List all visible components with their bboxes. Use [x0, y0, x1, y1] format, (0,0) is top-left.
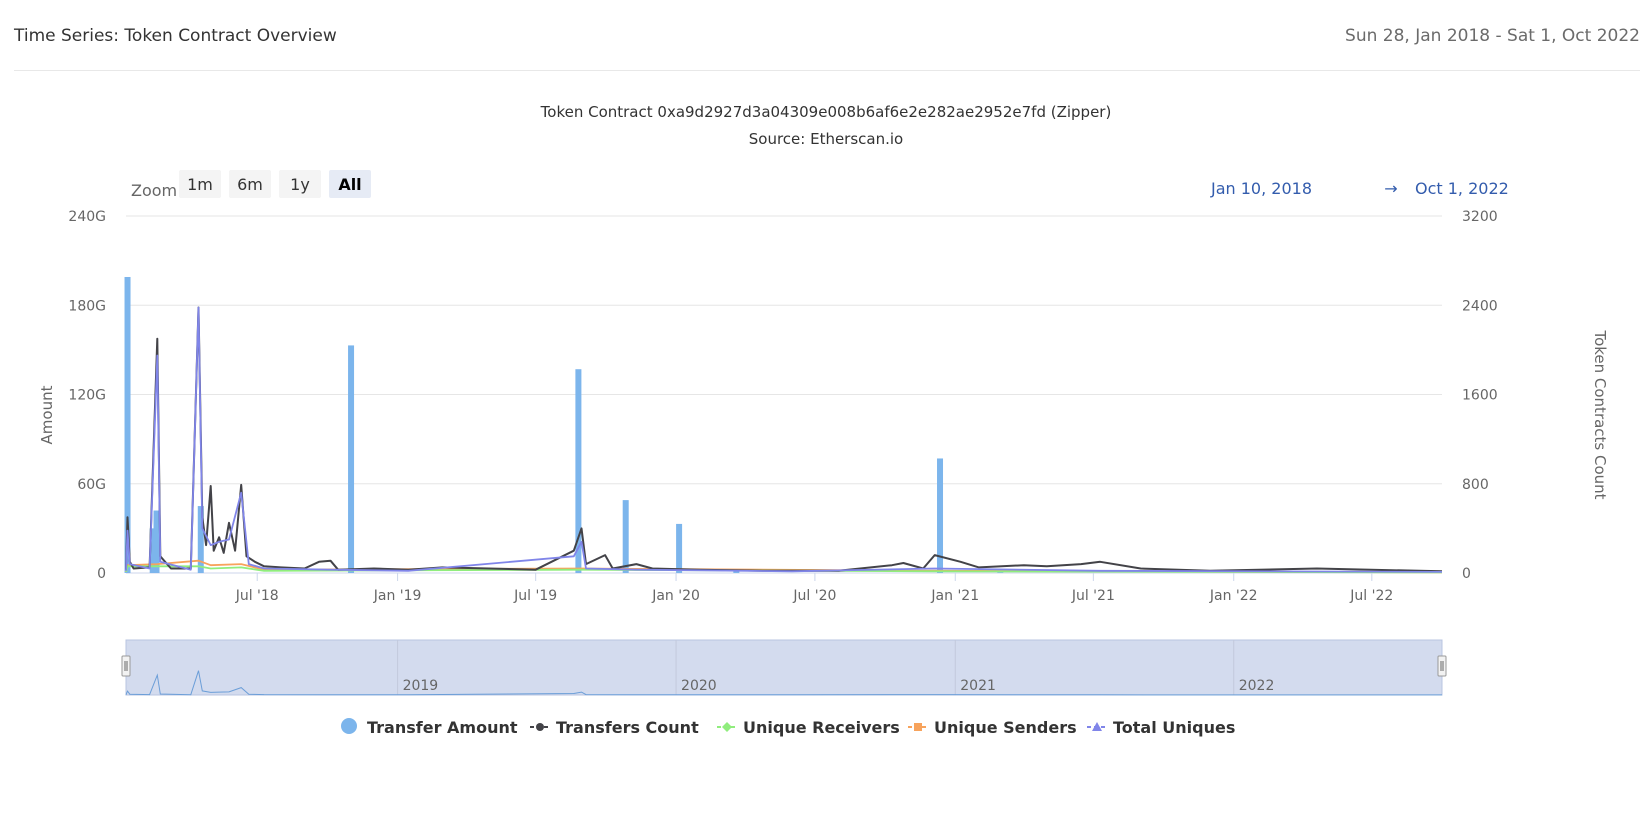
navigator-right-handle[interactable] — [1437, 655, 1447, 677]
zoom-label: Zoom — [131, 181, 177, 200]
zoom-button-label: All — [338, 175, 361, 194]
y-left-tick-label: 180G — [68, 298, 106, 314]
x-tick-label: Jan '20 — [651, 588, 700, 604]
y-axis-right-title: Token Contracts Count — [1591, 329, 1609, 499]
total-uniques-line[interactable] — [125, 306, 1443, 573]
x-tick-label: Jan '19 — [373, 588, 422, 604]
range-from[interactable]: Jan 10, 2018 — [1210, 179, 1312, 198]
x-tick-label: Jan '22 — [1209, 588, 1258, 604]
time-series-chart: Token Contract 0xa9d2927d3a04309e008b6af… — [38, 103, 1609, 737]
y-right-tick-label: 2400 — [1462, 298, 1498, 314]
transfer-amount-bar[interactable] — [997, 572, 1004, 573]
zoom-button-6m[interactable]: 6m — [229, 170, 271, 198]
legend-label: Unique Receivers — [743, 718, 900, 737]
line-series[interactable] — [125, 306, 1443, 574]
x-tick-label: Jul '21 — [1071, 588, 1115, 604]
x-tick-label: Jan '21 — [930, 588, 979, 604]
y-right-tick-label: 1600 — [1462, 388, 1498, 404]
zoom-button-label: 6m — [237, 175, 263, 194]
y-left-tick-label: 60G — [77, 477, 106, 493]
x-tick-label: Jul '19 — [513, 588, 557, 604]
x-tick-label: Jul '18 — [235, 588, 279, 604]
transfers-count-line[interactable] — [125, 306, 1443, 573]
chart-title: Token Contract 0xa9d2927d3a04309e008b6af… — [540, 103, 1112, 121]
y-left-tick-label: 240G — [68, 209, 106, 225]
y-axis-left-title: Amount — [38, 385, 56, 444]
legend-label: Transfers Count — [556, 718, 699, 737]
zoom-button-1y[interactable]: 1y — [279, 170, 321, 198]
navigator-year-label: 2019 — [403, 678, 439, 694]
zoom-button-label: 1y — [290, 175, 310, 194]
navigator-left-handle[interactable] — [121, 655, 131, 677]
transfer-amount-series[interactable] — [124, 276, 1004, 573]
range-to[interactable]: Oct 1, 2022 — [1415, 179, 1509, 198]
navigator[interactable]: 2019 2020 2021 2022 — [121, 639, 1447, 696]
transfer-amount-bar[interactable] — [733, 571, 740, 573]
navigator-year-label: 2022 — [1239, 678, 1275, 694]
legend-symbol — [341, 718, 357, 734]
x-axis: Jul '18 Jan '19 Jul '19 Jan '20 Jul '20 Jan '… — [235, 573, 1393, 604]
zoom-button-all[interactable]: All — [329, 170, 371, 198]
legend-item-transfers-count[interactable]: Transfers Count — [530, 718, 699, 737]
navigator-year-label: 2021 — [960, 678, 996, 694]
y-axis-right: 0 800 1600 2400 3200 — [1462, 209, 1498, 582]
legend-item-transfer-amount[interactable]: Transfer Amount — [341, 718, 518, 737]
zoom-button-label: 1m — [187, 175, 213, 194]
transfer-amount-bar[interactable] — [676, 523, 683, 573]
range-arrow: → — [1384, 179, 1397, 198]
y-left-tick-label: 0 — [97, 566, 106, 582]
legend-symbol — [914, 723, 922, 731]
legend-item-total-uniques[interactable]: Total Uniques — [1087, 718, 1235, 737]
gridlines — [126, 215, 1442, 574]
navigator-year-label: 2020 — [681, 678, 717, 694]
legend-label: Unique Senders — [934, 718, 1077, 737]
legend-label: Transfer Amount — [367, 718, 518, 737]
x-tick-label: Jul '22 — [1349, 588, 1393, 604]
transfer-amount-bar[interactable] — [622, 500, 629, 573]
legend-symbol — [536, 723, 544, 731]
x-tick-label: Jul '20 — [792, 588, 836, 604]
legend-symbol — [722, 722, 732, 732]
legend-symbol — [1092, 722, 1102, 731]
y-right-tick-label: 3200 — [1462, 209, 1498, 225]
legend-item-unique-senders[interactable]: Unique Senders — [908, 718, 1077, 737]
y-axis-left: 0 60G 120G 180G 240G — [68, 209, 106, 582]
zoom-buttons: 1m 6m 1y All — [179, 170, 371, 198]
legend-item-unique-receivers[interactable]: Unique Receivers — [717, 718, 900, 737]
chart-subtitle: Source: Etherscan.io — [749, 130, 903, 148]
zoom-button-1m[interactable]: 1m — [179, 170, 221, 198]
y-right-tick-label: 800 — [1462, 477, 1489, 493]
transfer-amount-bar[interactable] — [348, 345, 355, 573]
legend-label: Total Uniques — [1113, 718, 1235, 737]
y-right-tick-label: 0 — [1462, 566, 1471, 582]
legend: Transfer Amount Transfers Count Unique Rec… — [341, 718, 1235, 737]
y-left-tick-label: 120G — [68, 388, 106, 404]
